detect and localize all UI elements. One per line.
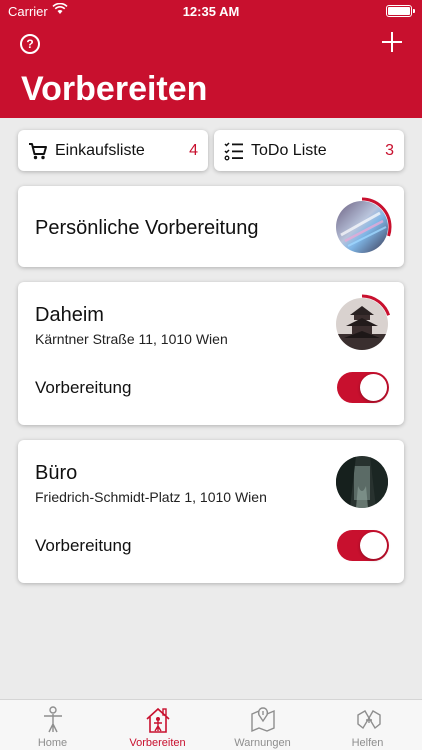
location-avatar	[336, 456, 388, 508]
cart-icon	[29, 143, 47, 160]
preparation-toggle[interactable]	[337, 372, 389, 403]
status-bar: Carrier 12:35 AM	[0, 0, 422, 22]
warning-map-icon	[251, 707, 275, 733]
tab-home[interactable]: Home	[0, 700, 105, 750]
shopping-list-label: Einkaufsliste	[55, 142, 145, 159]
tab-label: Vorbereiten	[129, 737, 186, 749]
helping-hands-icon	[357, 710, 381, 730]
plus-icon[interactable]	[382, 30, 402, 54]
tab-bar: Home Vorbereiten Warnungen Helfen	[0, 699, 422, 750]
tab-label: Helfen	[351, 737, 384, 749]
shopping-list-button[interactable]: Einkaufsliste 4	[18, 130, 208, 171]
help-icon[interactable]: ?	[20, 34, 40, 54]
shopping-list-count: 4	[189, 142, 198, 159]
tab-vorbereiten[interactable]: Vorbereiten	[105, 700, 210, 750]
personal-progress-ring	[332, 197, 392, 257]
tab-label: Home	[37, 737, 68, 749]
location-card-buero[interactable]: Büro Friedrich-Schmidt-Platz 1, 1010 Wie…	[18, 440, 404, 583]
preparation-toggle-label: Vorbereitung	[35, 378, 132, 397]
location-address: Friedrich-Schmidt-Platz 1, 1010 Wien	[35, 489, 267, 505]
battery-icon	[386, 5, 415, 17]
todo-list-label: ToDo Liste	[251, 142, 327, 159]
personal-preparation-title: Persönliche Vorbereitung	[35, 217, 259, 239]
toggle-knob	[360, 532, 387, 559]
home-person-icon	[44, 706, 62, 733]
location-name: Büro	[35, 462, 78, 484]
personal-preparation-card[interactable]: Persönliche Vorbereitung	[18, 186, 404, 267]
house-prepare-icon	[146, 707, 170, 733]
preparation-toggle-label: Vorbereitung	[35, 536, 132, 555]
toggle-knob	[360, 374, 387, 401]
checklist-icon	[224, 142, 243, 161]
location-card-daheim[interactable]: Daheim Kärntner Straße 11, 1010 Wien Vor…	[18, 282, 404, 425]
todo-list-button[interactable]: ToDo Liste 3	[214, 130, 404, 171]
clock: 12:35 AM	[182, 4, 240, 19]
app-header: Carrier 12:35 AM ? Vorbereiten	[0, 0, 422, 118]
location-address: Kärntner Straße 11, 1010 Wien	[35, 331, 228, 347]
location-name: Daheim	[35, 304, 104, 326]
preparation-toggle[interactable]	[337, 530, 389, 561]
page-title: Vorbereiten	[21, 70, 208, 108]
tab-helfen[interactable]: Helfen	[315, 700, 420, 750]
location-progress-ring	[332, 294, 392, 354]
todo-list-count: 3	[385, 142, 394, 159]
tab-label: Warnungen	[234, 737, 291, 749]
tab-warnungen[interactable]: Warnungen	[210, 700, 315, 750]
